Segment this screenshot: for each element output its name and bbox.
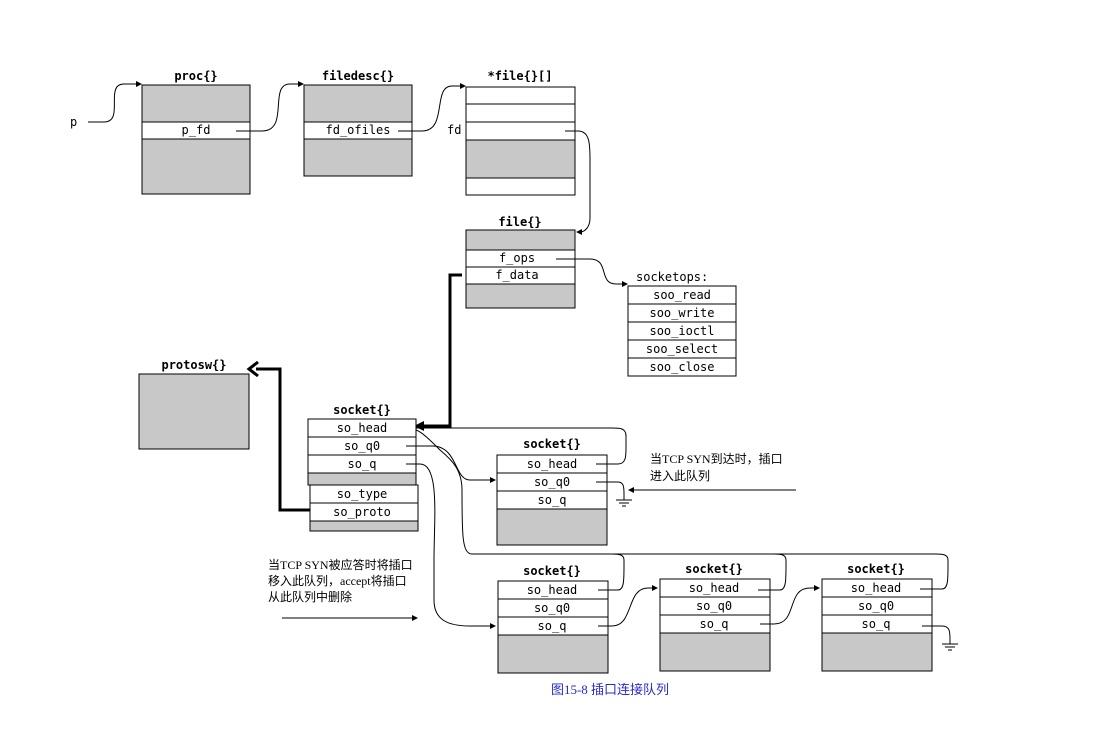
main-socket-so-q0: so_q0 — [344, 439, 380, 453]
proc-p-fd-label: p_fd — [182, 123, 211, 137]
filearray-title: *file{}[] — [487, 69, 552, 83]
q0-socket-title: socket{} — [523, 437, 581, 451]
protosw-struct: protosw{} — [138, 358, 250, 450]
p-to-proc-arrow — [88, 83, 138, 123]
filedesc-fd-ofiles-label: fd_ofiles — [325, 123, 390, 137]
note-q-line-1: 当TCP SYN被应答时将插口 — [268, 557, 413, 572]
socketops-soo-write: soo_write — [649, 306, 714, 320]
main-socket-so-q: so_q — [348, 457, 377, 471]
main-socket-so-proto: so_proto — [333, 505, 391, 519]
q-socket-1-title: socket{} — [523, 564, 581, 578]
socketops-table: socketops: soo_read soo_write soo_ioctl … — [627, 270, 737, 377]
main-socket-so-head: so_head — [337, 421, 388, 435]
main-socket-so-type: so_type — [337, 487, 388, 501]
note-q0-line-1: 当TCP SYN到达时，插口 — [650, 452, 783, 466]
file-title: file{} — [498, 215, 541, 229]
note-q0-line-2: 进入此队列 — [650, 468, 710, 483]
proc-title: proc{} — [174, 69, 217, 83]
fd-label: fd — [447, 123, 461, 137]
main-soq-to-q1-link — [406, 463, 492, 627]
fdata-to-socket-link — [422, 273, 462, 428]
file-f-ops-label: f_ops — [499, 251, 535, 265]
q-socket-2-so-q: so_q — [700, 617, 729, 631]
note-q-line-3: 从此队列中删除 — [268, 589, 352, 604]
filedesc-struct: filedesc{} fd_ofiles — [303, 69, 413, 177]
q-socket-2-so-head: so_head — [689, 581, 740, 595]
q3-ground-icon — [942, 643, 958, 651]
q-socket-3-struct: socket{} so_head so_q0 so_q — [821, 562, 933, 672]
file-array: *file{}[] — [465, 69, 576, 196]
q-socket-2-so-q0: so_q0 — [696, 599, 732, 613]
q-socket-2-struct: socket{} so_head so_q0 so_q — [659, 562, 771, 672]
socketops-soo-select: soo_select — [646, 342, 718, 356]
protosw-title: protosw{} — [161, 358, 226, 372]
q0-socket-so-q: so_q — [538, 493, 567, 507]
q-socket-1-so-q0: so_q0 — [534, 601, 570, 615]
q-socket-3-so-q: so_q — [862, 617, 891, 631]
q0-ground-icon — [616, 499, 632, 507]
filedesc-title: filedesc{} — [322, 69, 394, 83]
main-socket-title: socket{} — [333, 403, 391, 417]
q0-socket-struct: socket{} so_head so_q0 so_q — [496, 437, 608, 546]
q0-socket-so-q0: so_q0 — [534, 475, 570, 489]
socketops-soo-read: soo_read — [653, 288, 711, 302]
note-q-line-2: 移入此队列，accept将插口 — [268, 573, 407, 588]
q-socket-1-struct: socket{} so_head so_q0 so_q — [497, 564, 609, 674]
socket-queue-diagram: proc{} p_fd p filedesc{} fd_ofiles *file… — [70, 69, 958, 697]
figure-caption: 图15-8 插口连接队列 — [551, 682, 669, 697]
q0-socket-so-head: so_head — [527, 457, 578, 471]
q-socket-1-so-head: so_head — [527, 583, 578, 597]
q-socket-1-so-q: so_q — [538, 619, 567, 633]
file-f-data-label: f_data — [495, 268, 538, 282]
main-socket-struct: socket{} so_head so_q0 so_q so_type so_p… — [307, 403, 419, 532]
note-q: 当TCP SYN被应答时将插口 移入此队列，accept将插口 从此队列中删除 — [268, 557, 413, 604]
socketops-soo-close: soo_close — [649, 360, 714, 374]
q-socket-3-so-head: so_head — [851, 581, 902, 595]
q-socket-2-title: socket{} — [685, 562, 743, 576]
main-soq0-to-q0-link — [406, 445, 492, 481]
file-struct: file{} f_ops f_data — [465, 215, 576, 309]
proc-struct: proc{} p_fd — [141, 69, 251, 195]
q-socket-3-title: socket{} — [847, 562, 905, 576]
socketops-title: socketops: — [636, 270, 708, 284]
pointer-p-label: p — [70, 115, 77, 129]
q-socket-3-so-q0: so_q0 — [858, 599, 894, 613]
socketops-soo-ioctl: soo_ioctl — [649, 324, 714, 338]
proto-to-protosw-link — [256, 367, 310, 512]
note-q0: 当TCP SYN到达时，插口 进入此队列 — [650, 452, 783, 483]
